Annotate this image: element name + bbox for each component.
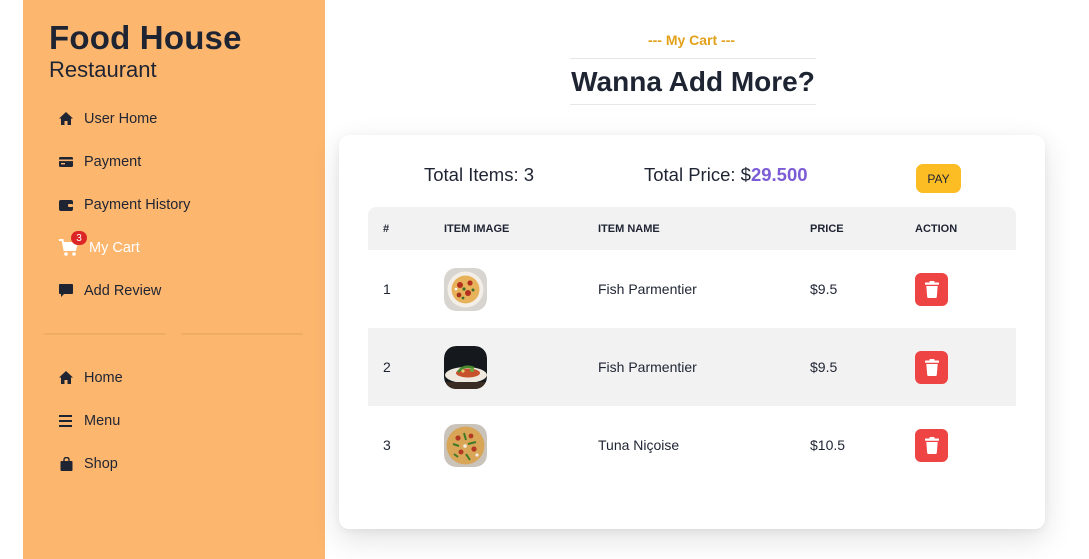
sidebar-item-label: Home [84,369,123,386]
column-header: ITEM NAME [598,222,660,235]
divider-right [181,333,303,335]
page-title: Wanna Add More? [571,65,815,97]
sidebar-item-label: Payment History [84,196,191,213]
cart-table: # ITEM IMAGE ITEM NAME PRICE ACTION 1 Fi… [368,207,1016,484]
brand-title: Food House [49,19,242,56]
cart-page: --- My Cart --- Wanna Add More? Total It… [325,0,1089,559]
sidebar-item-user-home[interactable]: User Home [59,97,309,140]
wallet-icon [59,198,73,212]
sidebar-item-shop[interactable]: Shop [59,442,309,485]
table-header: # ITEM IMAGE ITEM NAME PRICE ACTION [368,207,1016,250]
row-number: 3 [383,437,391,453]
sidebar-item-my-cart[interactable]: 3 My Cart [59,226,309,269]
item-image [444,423,487,467]
total-price: Total Price: $29.500 [644,164,808,186]
menu-icon [59,414,73,428]
delete-button[interactable] [915,350,948,384]
dashboard-nav: User Home Payment Payment History 3 My C… [59,97,309,312]
sidebar-item-label: My Cart [89,239,140,256]
row-number: 1 [383,281,391,297]
item-price: $10.5 [810,437,846,453]
salad-plate-image [444,345,487,389]
delete-button[interactable] [915,272,948,306]
trash-icon [915,428,948,462]
home-icon [59,112,73,126]
cart-count-badge: 3 [71,231,87,245]
column-header: ACTION [915,222,958,235]
item-name: Tuna Niçoise [598,437,680,453]
brand: Food House Restaurant [49,20,242,84]
total-items: Total Items: 3 [424,164,535,185]
section-subheading: --- My Cart --- [647,32,736,48]
sidebar-item-label: User Home [84,110,158,127]
home-icon [59,371,73,385]
trash-icon [915,272,948,306]
pizza-image [444,267,487,311]
trash-icon [915,350,948,384]
sidebar-item-label: Menu [84,412,121,429]
sidebar-item-label: Shop [84,455,118,472]
column-header: ITEM IMAGE [444,222,510,235]
column-header: # [383,222,390,235]
site-nav: Home Menu Shop [59,356,309,485]
cart-card: Total Items: 3 Total Price: $29.500 PAY … [339,135,1045,529]
sidebar-item-payment-history[interactable]: Payment History [59,183,309,226]
comment-icon [59,283,73,298]
sidebar-item-label: Payment [84,153,142,170]
table-row: 3 Tuna Niçoise $10.5 [368,406,1016,484]
sidebar: Food House Restaurant User Home Payment … [23,0,325,559]
item-price: $9.5 [810,359,838,375]
pay-button[interactable]: PAY [916,164,961,193]
section-heading: Wanna Add More? [570,58,816,105]
brand-subtitle: Restaurant [49,57,157,82]
bag-icon [59,456,73,471]
sidebar-item-add-review[interactable]: Add Review [59,269,309,312]
item-image [444,267,487,311]
divider-left [44,333,166,335]
sidebar-item-payment[interactable]: Payment [59,140,309,183]
table-row: 2 Fish Parmentier $9.5 [368,328,1016,406]
item-name: Fish Parmentier [598,281,697,297]
pizza-image [444,423,487,467]
total-price-label: Total Price: $ [644,164,751,185]
item-image [444,345,487,389]
card-icon [59,155,73,169]
sidebar-item-home[interactable]: Home [59,356,309,399]
sidebar-item-menu[interactable]: Menu [59,399,309,442]
sidebar-item-label: Add Review [84,282,162,299]
total-price-value: 29.500 [750,164,808,185]
table-row: 1 Fish Parmentier $9.5 [368,250,1016,328]
column-header: PRICE [810,222,844,235]
item-price: $9.5 [810,281,838,297]
delete-button[interactable] [915,428,948,462]
row-number: 2 [383,359,391,375]
item-name: Fish Parmentier [598,359,697,375]
